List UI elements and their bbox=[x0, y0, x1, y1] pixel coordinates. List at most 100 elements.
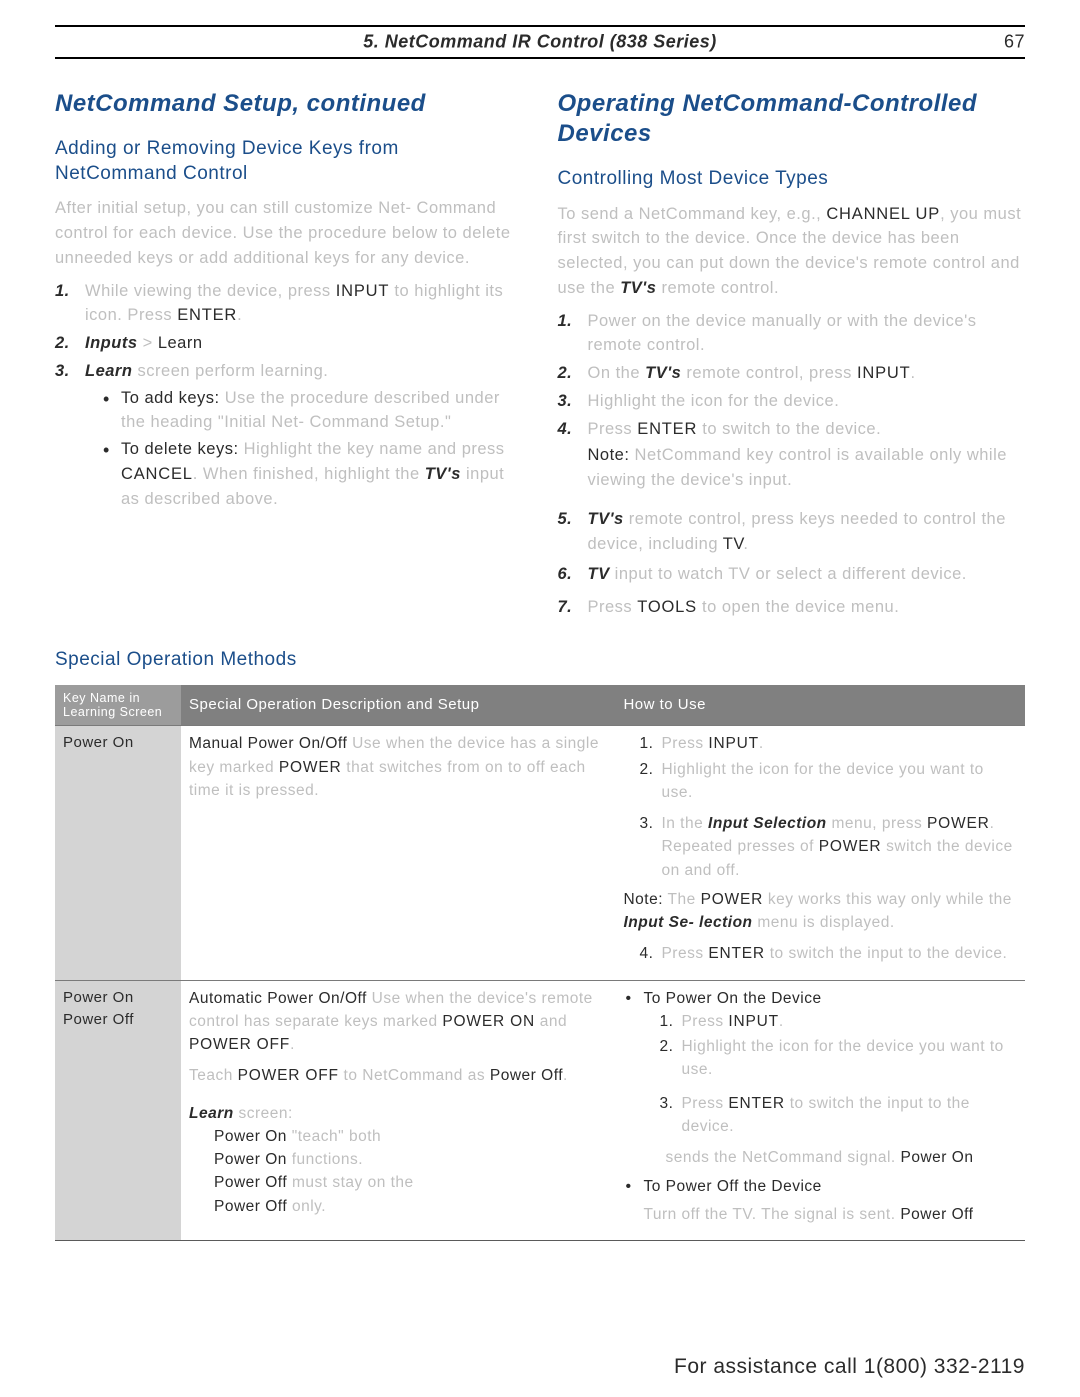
text: Power On bbox=[214, 1128, 287, 1145]
text: only. bbox=[287, 1198, 326, 1215]
text: To Power Off the Device bbox=[643, 1178, 821, 1195]
text: In the bbox=[661, 815, 708, 832]
text: Power Off bbox=[214, 1174, 287, 1191]
right-step-4: 4.Press ENTER to switch to the device. N… bbox=[558, 417, 1026, 493]
two-column-layout: NetCommand Setup, continued Adding or Re… bbox=[55, 89, 1025, 623]
left-steps: 1. While viewing the device, press INPUT… bbox=[55, 279, 523, 512]
page-number: 67 bbox=[1004, 32, 1025, 53]
text: . When finished, highlight the bbox=[193, 465, 425, 483]
text: functions. bbox=[287, 1151, 363, 1168]
left-subsection-title: Adding or Removing Device Keys from NetC… bbox=[55, 137, 523, 186]
text: To delete keys: bbox=[121, 440, 239, 458]
right-section-title: Operating NetCommand-Controlled Devices bbox=[558, 89, 1026, 149]
label-learn: Learn bbox=[85, 362, 132, 380]
list-item: To Power On the Device 1.Press INPUT. 2.… bbox=[625, 987, 1017, 1170]
text: input to watch TV or select a different … bbox=[610, 565, 967, 583]
key-input: INPUT bbox=[708, 735, 759, 752]
text: and bbox=[535, 1013, 567, 1030]
text: Press bbox=[588, 420, 638, 438]
table-row: Power On Manual Power On/Off Use when th… bbox=[55, 726, 1025, 980]
text: . bbox=[237, 306, 242, 324]
text: to switch to the device. bbox=[697, 420, 881, 438]
key-enter: ENTER bbox=[177, 306, 237, 324]
label-tv: TV bbox=[588, 565, 610, 583]
text: Power Off bbox=[900, 1206, 973, 1223]
right-step-2: 2.On the TV's remote control, press INPU… bbox=[558, 361, 1026, 386]
text: Highlight the icon for the device you wa… bbox=[681, 1038, 1003, 1078]
text: While viewing the device, press bbox=[85, 282, 336, 300]
text: Press bbox=[588, 598, 638, 616]
th-key-name: Key Name in Learning Screen bbox=[55, 685, 181, 726]
left-step-1: 1. While viewing the device, press INPUT… bbox=[55, 279, 523, 329]
text: . bbox=[290, 1036, 295, 1053]
key-tools: TOOLS bbox=[637, 598, 697, 616]
label-tv: TV bbox=[723, 535, 744, 553]
text: Power Off bbox=[63, 1009, 173, 1032]
bullet-add: To add keys: Use the procedure described… bbox=[107, 386, 523, 436]
key-power: POWER bbox=[279, 759, 342, 776]
text: Automatic Power On/Off bbox=[189, 990, 367, 1007]
cell-desc: Automatic Power On/Off Use when the devi… bbox=[181, 980, 615, 1240]
cell-desc: Manual Power On/Off Use when the device … bbox=[181, 726, 615, 980]
table-row: Power On Power Off Automatic Power On/Of… bbox=[55, 980, 1025, 1240]
label-note: Note: bbox=[623, 891, 663, 908]
text: screen perform learning. bbox=[132, 362, 328, 380]
label-tvs: TV's bbox=[620, 279, 656, 297]
right-step-1: 1.Power on the device manually or with t… bbox=[558, 309, 1026, 359]
text: . bbox=[910, 364, 915, 382]
text: menu is displayed. bbox=[753, 914, 895, 931]
label-tvs: TV's bbox=[645, 364, 681, 382]
right-step-6: 6.TV input to watch TV or select a diffe… bbox=[558, 562, 1026, 587]
text: NetCommand key control is available only… bbox=[588, 446, 1007, 489]
text: remote control, press bbox=[681, 364, 857, 382]
key-power: POWER bbox=[701, 891, 764, 908]
text: Power Off bbox=[214, 1198, 287, 1215]
key-power-off: POWER OFF bbox=[189, 1036, 290, 1053]
text: Teach bbox=[189, 1067, 238, 1084]
label-input-selection: Input Se- lection bbox=[623, 914, 752, 931]
right-step-3: 3.Highlight the icon for the device. bbox=[558, 389, 1026, 414]
text: . bbox=[563, 1067, 568, 1084]
text: to open the device menu. bbox=[697, 598, 899, 616]
text: remote control, press keys needed to con… bbox=[588, 510, 1006, 553]
right-column: Operating NetCommand-Controlled Devices … bbox=[558, 89, 1026, 623]
text: Press bbox=[661, 735, 708, 752]
text: . bbox=[759, 735, 764, 752]
right-step-5: 5.TV's remote control, press keys needed… bbox=[558, 507, 1026, 557]
cell-key: Power On Power Off bbox=[55, 980, 181, 1240]
text: > bbox=[138, 334, 158, 352]
page-header: 5. NetCommand IR Control (838 Series) 67 bbox=[55, 25, 1025, 59]
right-intro: To send a NetCommand key, e.g., CHANNEL … bbox=[558, 202, 1026, 301]
text: to NetCommand as bbox=[339, 1067, 490, 1084]
text: To Power On the Device bbox=[643, 990, 821, 1007]
text: Power On bbox=[214, 1151, 287, 1168]
special-operations-table: Key Name in Learning Screen Special Oper… bbox=[55, 685, 1025, 1241]
label-input-selection: Input Selection bbox=[708, 815, 827, 832]
key-enter: ENTER bbox=[728, 1095, 785, 1112]
text: On the bbox=[588, 364, 646, 382]
text: "teach" both bbox=[287, 1128, 381, 1145]
key-input: INPUT bbox=[728, 1013, 779, 1030]
text: Manual Power On/Off bbox=[189, 735, 347, 752]
key-power-on: POWER ON bbox=[442, 1013, 535, 1030]
label-inputs: Inputs bbox=[85, 334, 138, 352]
text: menu, press bbox=[827, 815, 927, 832]
label-note: Note: bbox=[588, 446, 630, 464]
right-step-7: 7.Press TOOLS to open the device menu. bbox=[558, 595, 1026, 620]
key-power: POWER bbox=[819, 838, 882, 855]
text: Press bbox=[681, 1013, 728, 1030]
bullet-delete: To delete keys: Highlight the key name a… bbox=[107, 437, 523, 511]
label-learn: Learn bbox=[158, 334, 203, 352]
label-tvs: TV's bbox=[588, 510, 624, 528]
key-input: INPUT bbox=[857, 364, 911, 382]
text: remote control. bbox=[656, 279, 779, 297]
text: . bbox=[779, 1013, 784, 1030]
left-step-3: 3. Learn screen perform learning. To add… bbox=[55, 359, 523, 512]
key-cancel: CANCEL bbox=[121, 465, 193, 483]
key-input: INPUT bbox=[336, 282, 390, 300]
key-enter: ENTER bbox=[708, 945, 765, 962]
left-section-title: NetCommand Setup, continued bbox=[55, 89, 523, 119]
label-tvs: TV's bbox=[425, 465, 461, 483]
key-enter: ENTER bbox=[637, 420, 697, 438]
label-learn: Learn bbox=[189, 1105, 234, 1122]
